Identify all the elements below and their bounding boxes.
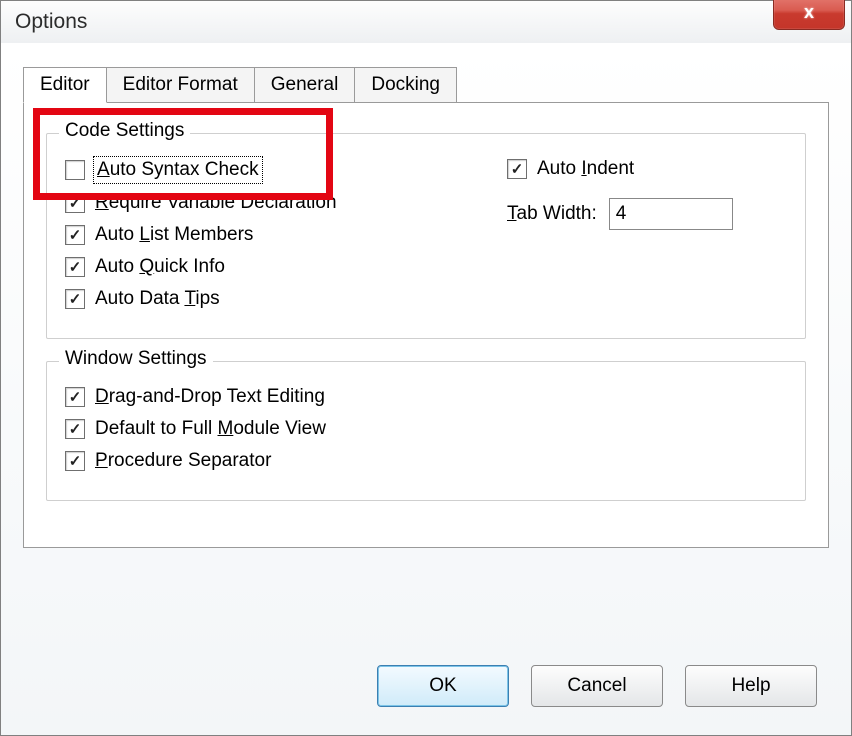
checkbox-default-to-full-module-view[interactable]	[65, 419, 85, 439]
options-dialog: Options x Editor Editor Format General D…	[0, 0, 852, 736]
close-button[interactable]: x	[773, 0, 845, 30]
legend-code-settings: Code Settings	[59, 120, 190, 142]
checkbox-auto-syntax-check[interactable]	[65, 160, 85, 180]
window-row-1: Default to Full Module View	[65, 418, 787, 440]
tab-general[interactable]: General	[254, 67, 356, 103]
checkbox-auto-quick-info[interactable]	[65, 257, 85, 277]
window-row-0: Drag-and-Drop Text Editing	[65, 386, 787, 408]
tab-editor-format[interactable]: Editor Format	[106, 67, 255, 103]
label-auto-syntax-check: Auto Syntax Check	[95, 158, 261, 182]
label-procedure-separator: Procedure Separator	[95, 450, 271, 472]
tab-docking[interactable]: Docking	[354, 67, 457, 103]
groupbox-code-settings: Code Settings Auto Syntax CheckRequire V…	[46, 133, 806, 339]
code-settings-left-column: Auto Syntax Check Require Variable Declar…	[65, 158, 497, 320]
close-icon: x	[804, 2, 814, 23]
window-row-2: Procedure Separator	[65, 450, 787, 472]
checkbox-auto-data-tips[interactable]	[65, 289, 85, 309]
checkbox-row-4: Auto Data Tips	[65, 288, 497, 310]
label-auto-data-tips: Auto Data Tips	[95, 288, 220, 310]
label-auto-list-members: Auto List Members	[95, 224, 253, 246]
label-require-variable-declaration: Require Variable Declaration	[95, 192, 337, 214]
window-settings-items: Drag-and-Drop Text Editing Default to Ful…	[65, 386, 787, 472]
input-tab-width[interactable]	[609, 198, 733, 230]
label-auto-quick-info: Auto Quick Info	[95, 256, 225, 278]
tab-editor[interactable]: Editor	[23, 67, 107, 103]
checkbox-row-auto-indent: Auto Indent	[507, 158, 787, 180]
checkbox-auto-list-members[interactable]	[65, 225, 85, 245]
checkbox-auto-indent[interactable]	[507, 159, 527, 179]
checkbox-row-0: Auto Syntax Check	[65, 158, 497, 182]
checkbox-require-variable-declaration[interactable]	[65, 193, 85, 213]
checkbox-procedure-separator[interactable]	[65, 451, 85, 471]
help-button[interactable]: Help	[685, 665, 817, 707]
label-auto-indent: Auto Indent	[537, 158, 634, 180]
checkbox-row-3: Auto Quick Info	[65, 256, 497, 278]
tab-panel-editor: Code Settings Auto Syntax Check Require V…	[23, 102, 829, 548]
code-settings-right-column: Auto Indent Tab Width:	[497, 158, 787, 320]
checkbox-row-2: Auto List Members	[65, 224, 497, 246]
tab-width-row: Tab Width:	[507, 198, 787, 230]
dialog-buttons: OK Cancel Help	[377, 665, 817, 707]
checkbox-row-1: Require Variable Declaration	[65, 192, 497, 214]
checkbox-drag-and-drop-text-editing[interactable]	[65, 387, 85, 407]
tabstrip: Editor Editor Format General Docking	[23, 67, 829, 103]
label-tab-width: Tab Width:	[507, 203, 597, 225]
titlebar: Options x	[1, 1, 851, 43]
client-area: Editor Editor Format General Docking Cod…	[1, 43, 851, 735]
ok-button[interactable]: OK	[377, 665, 509, 707]
legend-window-settings: Window Settings	[59, 348, 213, 370]
window-title: Options	[15, 10, 87, 34]
label-default-to-full-module-view: Default to Full Module View	[95, 418, 326, 440]
cancel-button[interactable]: Cancel	[531, 665, 663, 707]
label-drag-and-drop-text-editing: Drag-and-Drop Text Editing	[95, 386, 325, 408]
groupbox-window-settings: Window Settings Drag-and-Drop Text Editi…	[46, 361, 806, 501]
